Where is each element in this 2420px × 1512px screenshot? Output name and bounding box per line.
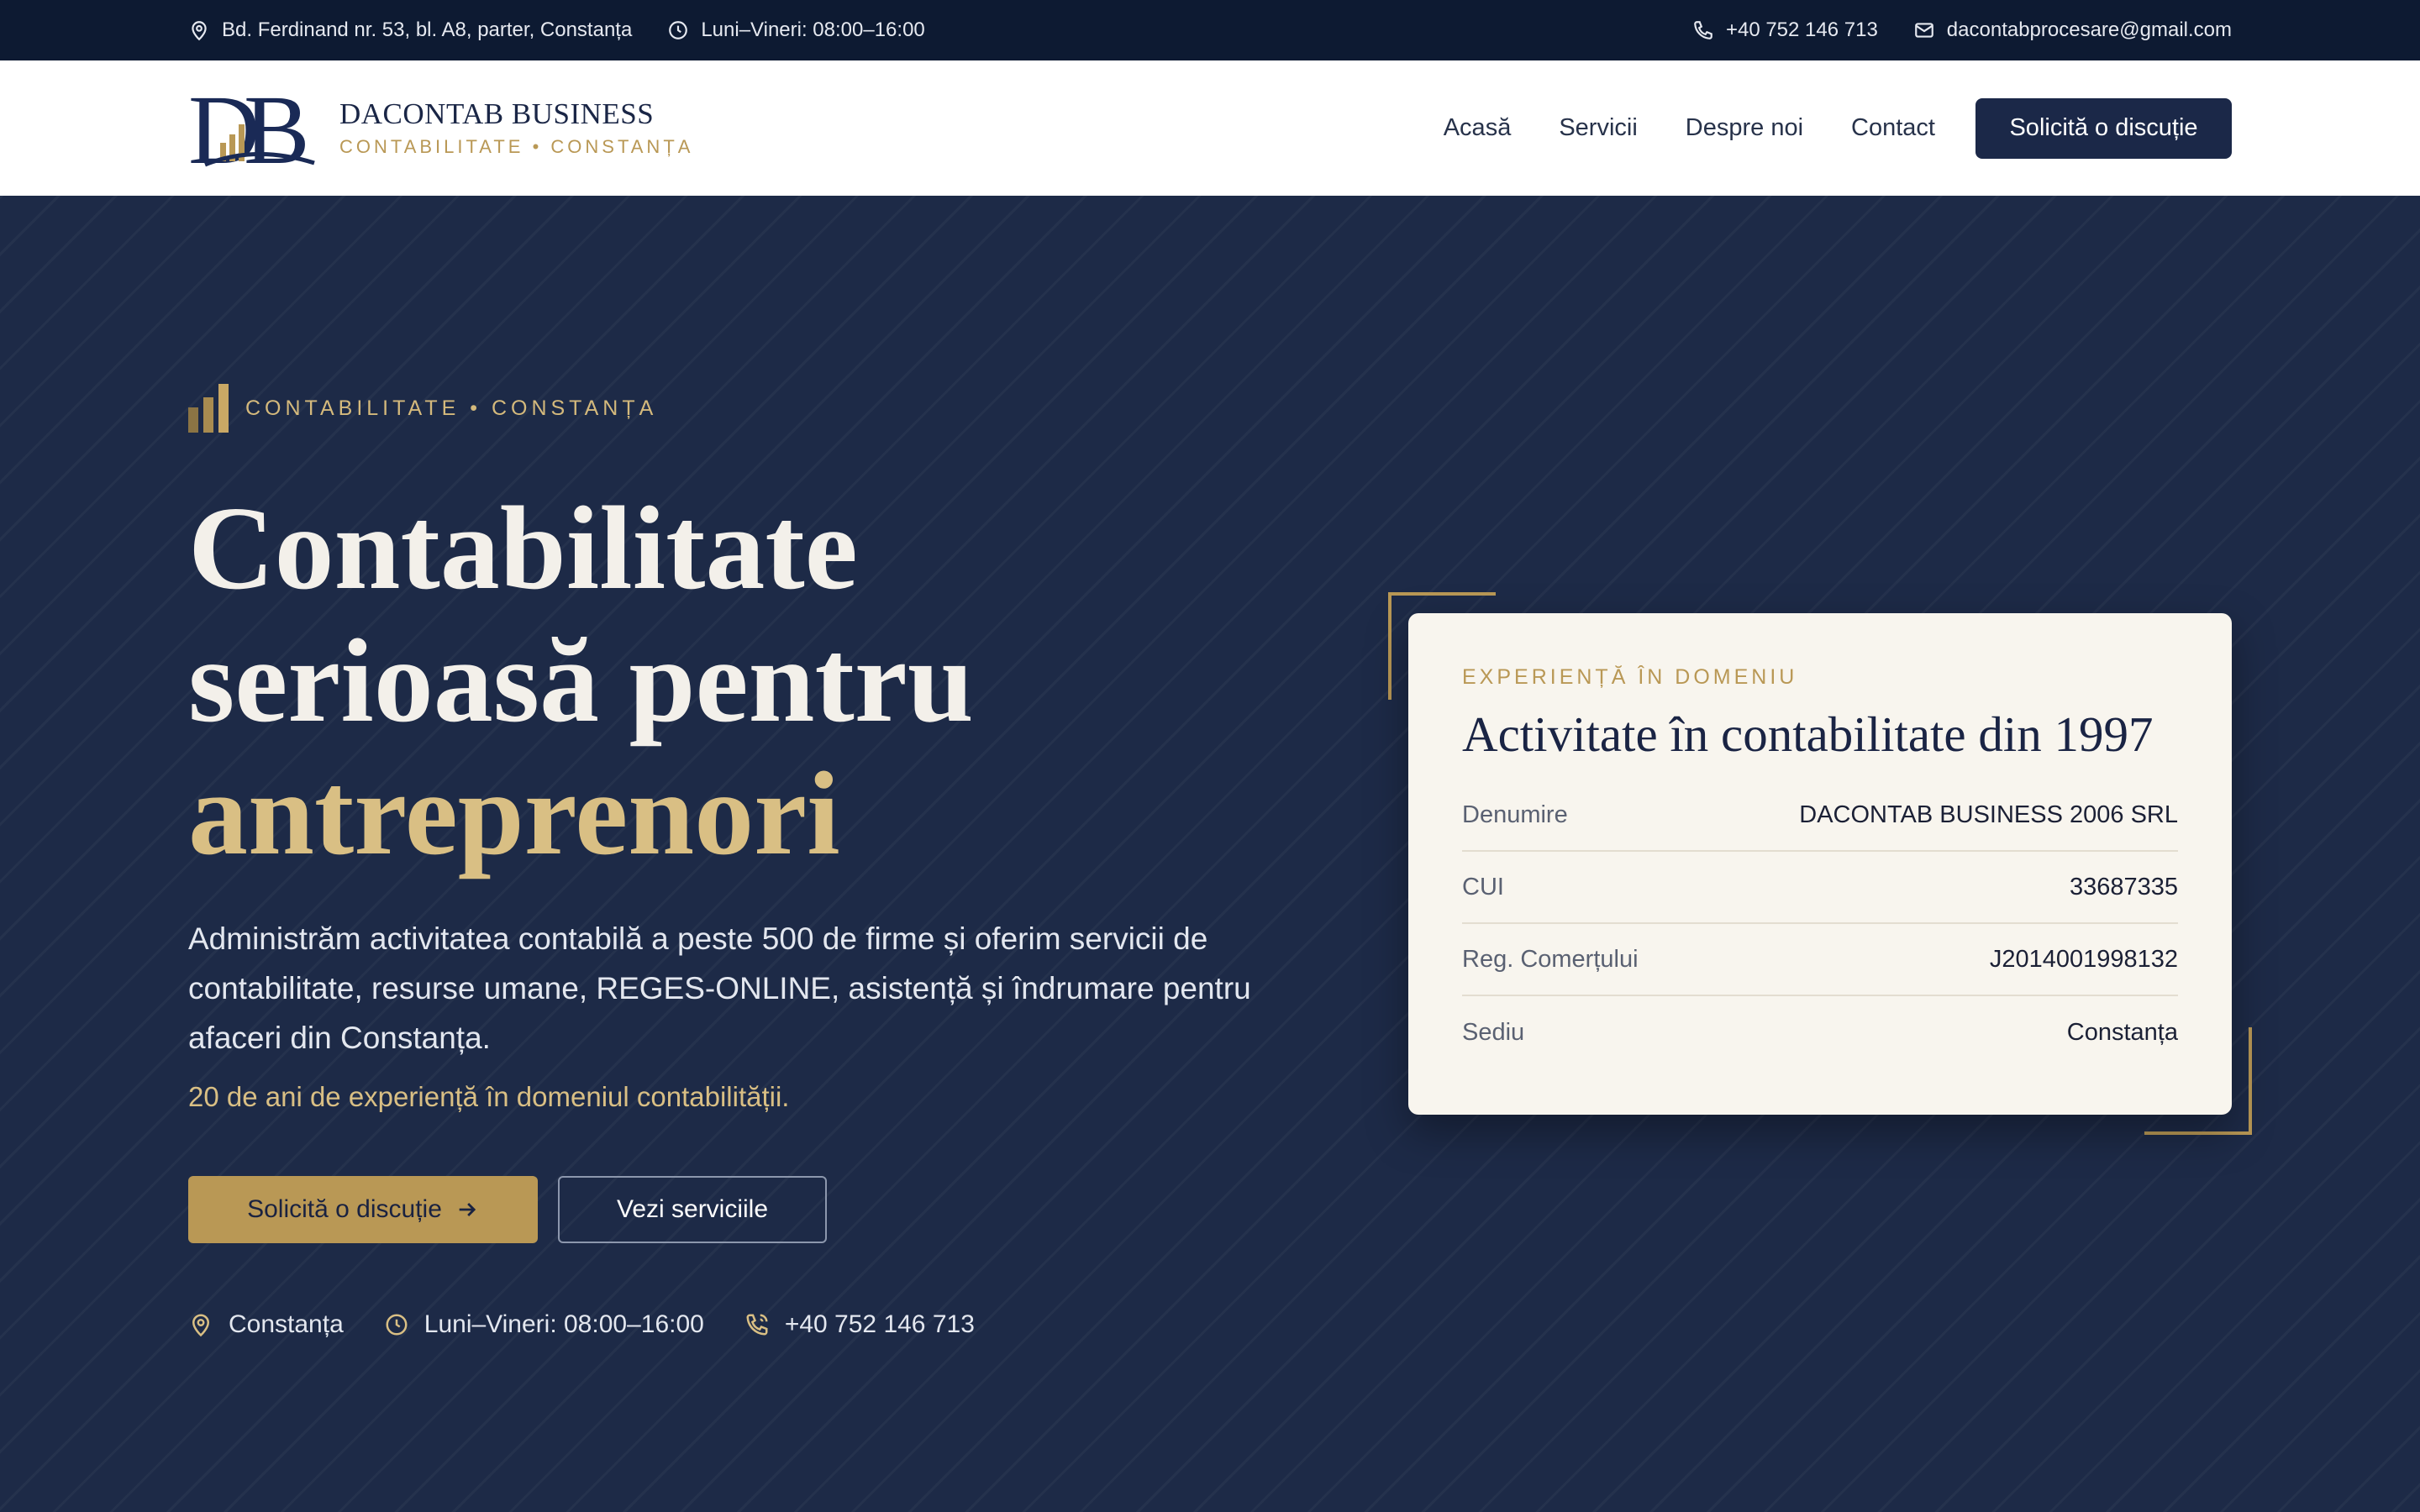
top-info-bar: Bd. Ferdinand nr. 53, bl. A8, parter, Co… (0, 0, 2420, 60)
hero-title-line1: Contabilitate (188, 481, 858, 614)
mail-icon (1914, 23, 1933, 38)
arrow-right-icon (459, 1203, 476, 1216)
topbar-address: Bd. Ferdinand nr. 53, bl. A8, parter, Co… (188, 18, 632, 42)
topbar-address-text: Bd. Ferdinand nr. 53, bl. A8, parter, Co… (222, 18, 633, 41)
db-logo-icon: D B (188, 86, 315, 170)
hero-kicker: CONTABILITATE • CONSTANȚA (188, 384, 657, 433)
topbar-hours-text: Luni–Vineri: 08:00–16:00 (701, 18, 925, 41)
site-header: D B DACONTAB BUSINESS CONTABILITATE • CO… (0, 60, 2420, 196)
card-kicker: EXPERIENȚĂ ÎN DOMENIU (1462, 665, 1798, 689)
card-title: Activitate în contabilitate din 1997 (1462, 706, 2154, 762)
topbar-phone-text[interactable]: +40 752 146 713 (1726, 18, 1878, 42)
request-discussion-button[interactable]: Solicită o discuție (188, 1176, 538, 1243)
topbar-email-link[interactable]: dacontabprocesare@gmail.com (1913, 18, 2232, 42)
detail-label: Reg. Comerțului (1462, 945, 1639, 973)
company-details: Denumire DACONTAB BUSINESS 2006 SRL CUI … (1462, 780, 2178, 1068)
company-info-card: EXPERIENȚĂ ÎN DOMENIU Activitate în cont… (1408, 613, 2232, 1115)
phone-call-icon (746, 1314, 768, 1336)
detail-row: Sediu Constanța (1462, 996, 2178, 1068)
clock-icon (669, 21, 688, 39)
detail-value: 33687335 (2069, 873, 2178, 900)
detail-value: J2014001998132 (1989, 945, 2178, 973)
request-discussion-label: Solicită o discuție (247, 1195, 442, 1223)
detail-label: Denumire (1462, 801, 1568, 828)
hero-title-line2: serioasă pentru (188, 614, 974, 747)
logo-link[interactable]: D B DACONTAB BUSINESS CONTABILITATE • CO… (188, 86, 693, 170)
detail-row: Denumire DACONTAB BUSINESS 2006 SRL (1462, 780, 2178, 852)
nav-contact[interactable]: Contact (1851, 114, 1935, 142)
hero-kicker-text: CONTABILITATE • CONSTANȚA (245, 396, 658, 420)
meta-city: Constanța (188, 1310, 344, 1339)
brand-name: DACONTAB BUSINESS (339, 97, 655, 130)
phone-icon (1694, 21, 1712, 39)
hero-section: CONTABILITATE • CONSTANȚA Contabilitate … (0, 196, 2420, 1512)
detail-label: Sediu (1462, 1018, 1525, 1046)
view-services-button[interactable]: Vezi serviciile (558, 1176, 827, 1243)
pin-icon (192, 21, 207, 41)
main-nav: Acasă Servicii Despre noi Contact Solici… (1444, 60, 2232, 196)
brand-tagline: CONTABILITATE • CONSTANȚA (339, 136, 694, 157)
detail-value: DACONTAB BUSINESS 2006 SRL (1799, 801, 2178, 828)
pin-icon (192, 1314, 210, 1337)
meta-phone-text[interactable]: +40 752 146 713 (785, 1310, 975, 1339)
nav-about[interactable]: Despre noi (1686, 114, 1803, 142)
hero-lead: Administrăm activitatea contabilă a pest… (188, 921, 1251, 1055)
bars-icon (188, 384, 229, 433)
hero-title: Contabilitate serioasă pentru antrepreno… (188, 481, 974, 879)
clock-icon (386, 1314, 408, 1336)
meta-hours: Luni–Vineri: 08:00–16:00 (384, 1310, 704, 1339)
nav-services[interactable]: Servicii (1559, 114, 1637, 142)
detail-label: CUI (1462, 873, 1504, 900)
detail-row: CUI 33687335 (1462, 852, 2178, 924)
nav-home[interactable]: Acasă (1444, 114, 1512, 142)
detail-value: Constanța (2066, 1018, 2178, 1046)
meta-hours-text: Luni–Vineri: 08:00–16:00 (424, 1310, 704, 1338)
topbar-phone-link[interactable]: +40 752 146 713 (1692, 18, 1878, 42)
hero-title-line3: antreprenori (188, 747, 840, 879)
hero-meta: Constanța Luni–Vineri: 08:00–16:00 +40 7… (188, 1310, 975, 1339)
header-cta-button[interactable]: Solicită o discuție (1975, 97, 2232, 159)
detail-row: Reg. Comerțului J2014001998132 (1462, 924, 2178, 996)
topbar-email-text[interactable]: dacontabprocesare@gmail.com (1947, 18, 2232, 42)
topbar-hours: Luni–Vineri: 08:00–16:00 (667, 18, 925, 42)
hero-experience: 20 de ani de experiență în domeniul cont… (188, 1081, 790, 1112)
meta-city-text: Constanța (229, 1310, 344, 1338)
meta-phone[interactable]: +40 752 146 713 (744, 1310, 975, 1339)
